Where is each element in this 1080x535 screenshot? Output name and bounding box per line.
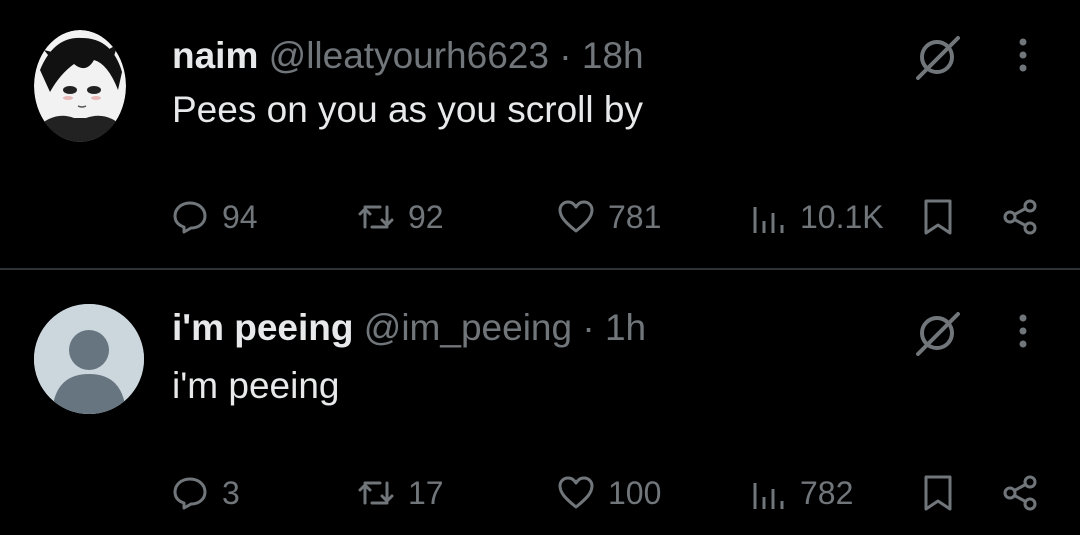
bookmark-icon [924, 199, 952, 235]
display-name[interactable]: naim [172, 35, 258, 76]
reply-count: 94 [222, 198, 258, 235]
user-handle[interactable]: @lleatyourh6623 [269, 35, 549, 76]
avatar[interactable] [34, 30, 126, 142]
reply-button[interactable]: 94 [170, 192, 258, 242]
bookmark-button[interactable] [918, 468, 958, 518]
action-bar: 3 17 100 782 [0, 468, 1080, 518]
bookmark-icon [924, 475, 952, 511]
like-count: 100 [608, 474, 662, 511]
default-profile-avatar-image [34, 304, 144, 414]
post-time[interactable]: 1h [605, 307, 646, 348]
reply-count: 3 [222, 474, 240, 511]
heart-icon [558, 200, 594, 233]
action-bar: 94 92 781 10.1K [0, 192, 1080, 242]
user-handle[interactable]: @im_peeing [364, 307, 572, 348]
more-options-icon[interactable] [1008, 36, 1038, 76]
separator-dot: · [582, 307, 595, 348]
post[interactable]: naim @lleatyourh6623 · 18h Pees on you a… [0, 0, 1080, 268]
post-text: Pees on you as you scroll by [172, 89, 643, 130]
repost-icon [358, 205, 394, 229]
share-button[interactable] [1000, 468, 1040, 518]
repost-button[interactable]: 92 [356, 192, 444, 242]
post-header: naim @lleatyourh6623 · 18h [172, 34, 644, 78]
reply-button[interactable]: 3 [170, 468, 240, 518]
views-button[interactable]: 10.1K [748, 192, 884, 242]
view-count: 782 [800, 474, 854, 511]
views-button[interactable]: 782 [748, 468, 853, 518]
like-button[interactable]: 100 [556, 468, 661, 518]
like-button[interactable]: 781 [556, 192, 661, 242]
post[interactable]: i'm peeing @im_peeing · 1h i'm peeing 3 … [0, 270, 1080, 535]
more-options-icon[interactable] [1008, 312, 1038, 352]
heart-icon [558, 476, 594, 509]
repost-count: 17 [408, 474, 444, 511]
grok-icon[interactable] [912, 310, 962, 356]
views-chart-icon [753, 483, 784, 509]
anime-avatar-image [34, 30, 126, 142]
like-count: 781 [608, 198, 662, 235]
share-icon [1003, 475, 1037, 511]
repost-count: 92 [408, 198, 444, 235]
separator-dot: · [559, 35, 572, 76]
post-header: i'm peeing @im_peeing · 1h [172, 306, 646, 350]
avatar[interactable] [34, 304, 144, 414]
views-chart-icon [753, 207, 784, 233]
share-icon [1003, 199, 1037, 235]
share-button[interactable] [1000, 192, 1040, 242]
repost-icon [358, 481, 394, 505]
timeline-feed: naim @lleatyourh6623 · 18h Pees on you a… [0, 0, 1080, 535]
bookmark-button[interactable] [918, 192, 958, 242]
post-time[interactable]: 18h [582, 35, 644, 76]
post-text: i'm peeing [172, 365, 340, 406]
reply-icon [173, 477, 207, 510]
grok-icon[interactable] [912, 34, 962, 80]
display-name[interactable]: i'm peeing [172, 307, 354, 348]
view-count: 10.1K [800, 198, 884, 235]
repost-button[interactable]: 17 [356, 468, 444, 518]
reply-icon [173, 201, 207, 234]
